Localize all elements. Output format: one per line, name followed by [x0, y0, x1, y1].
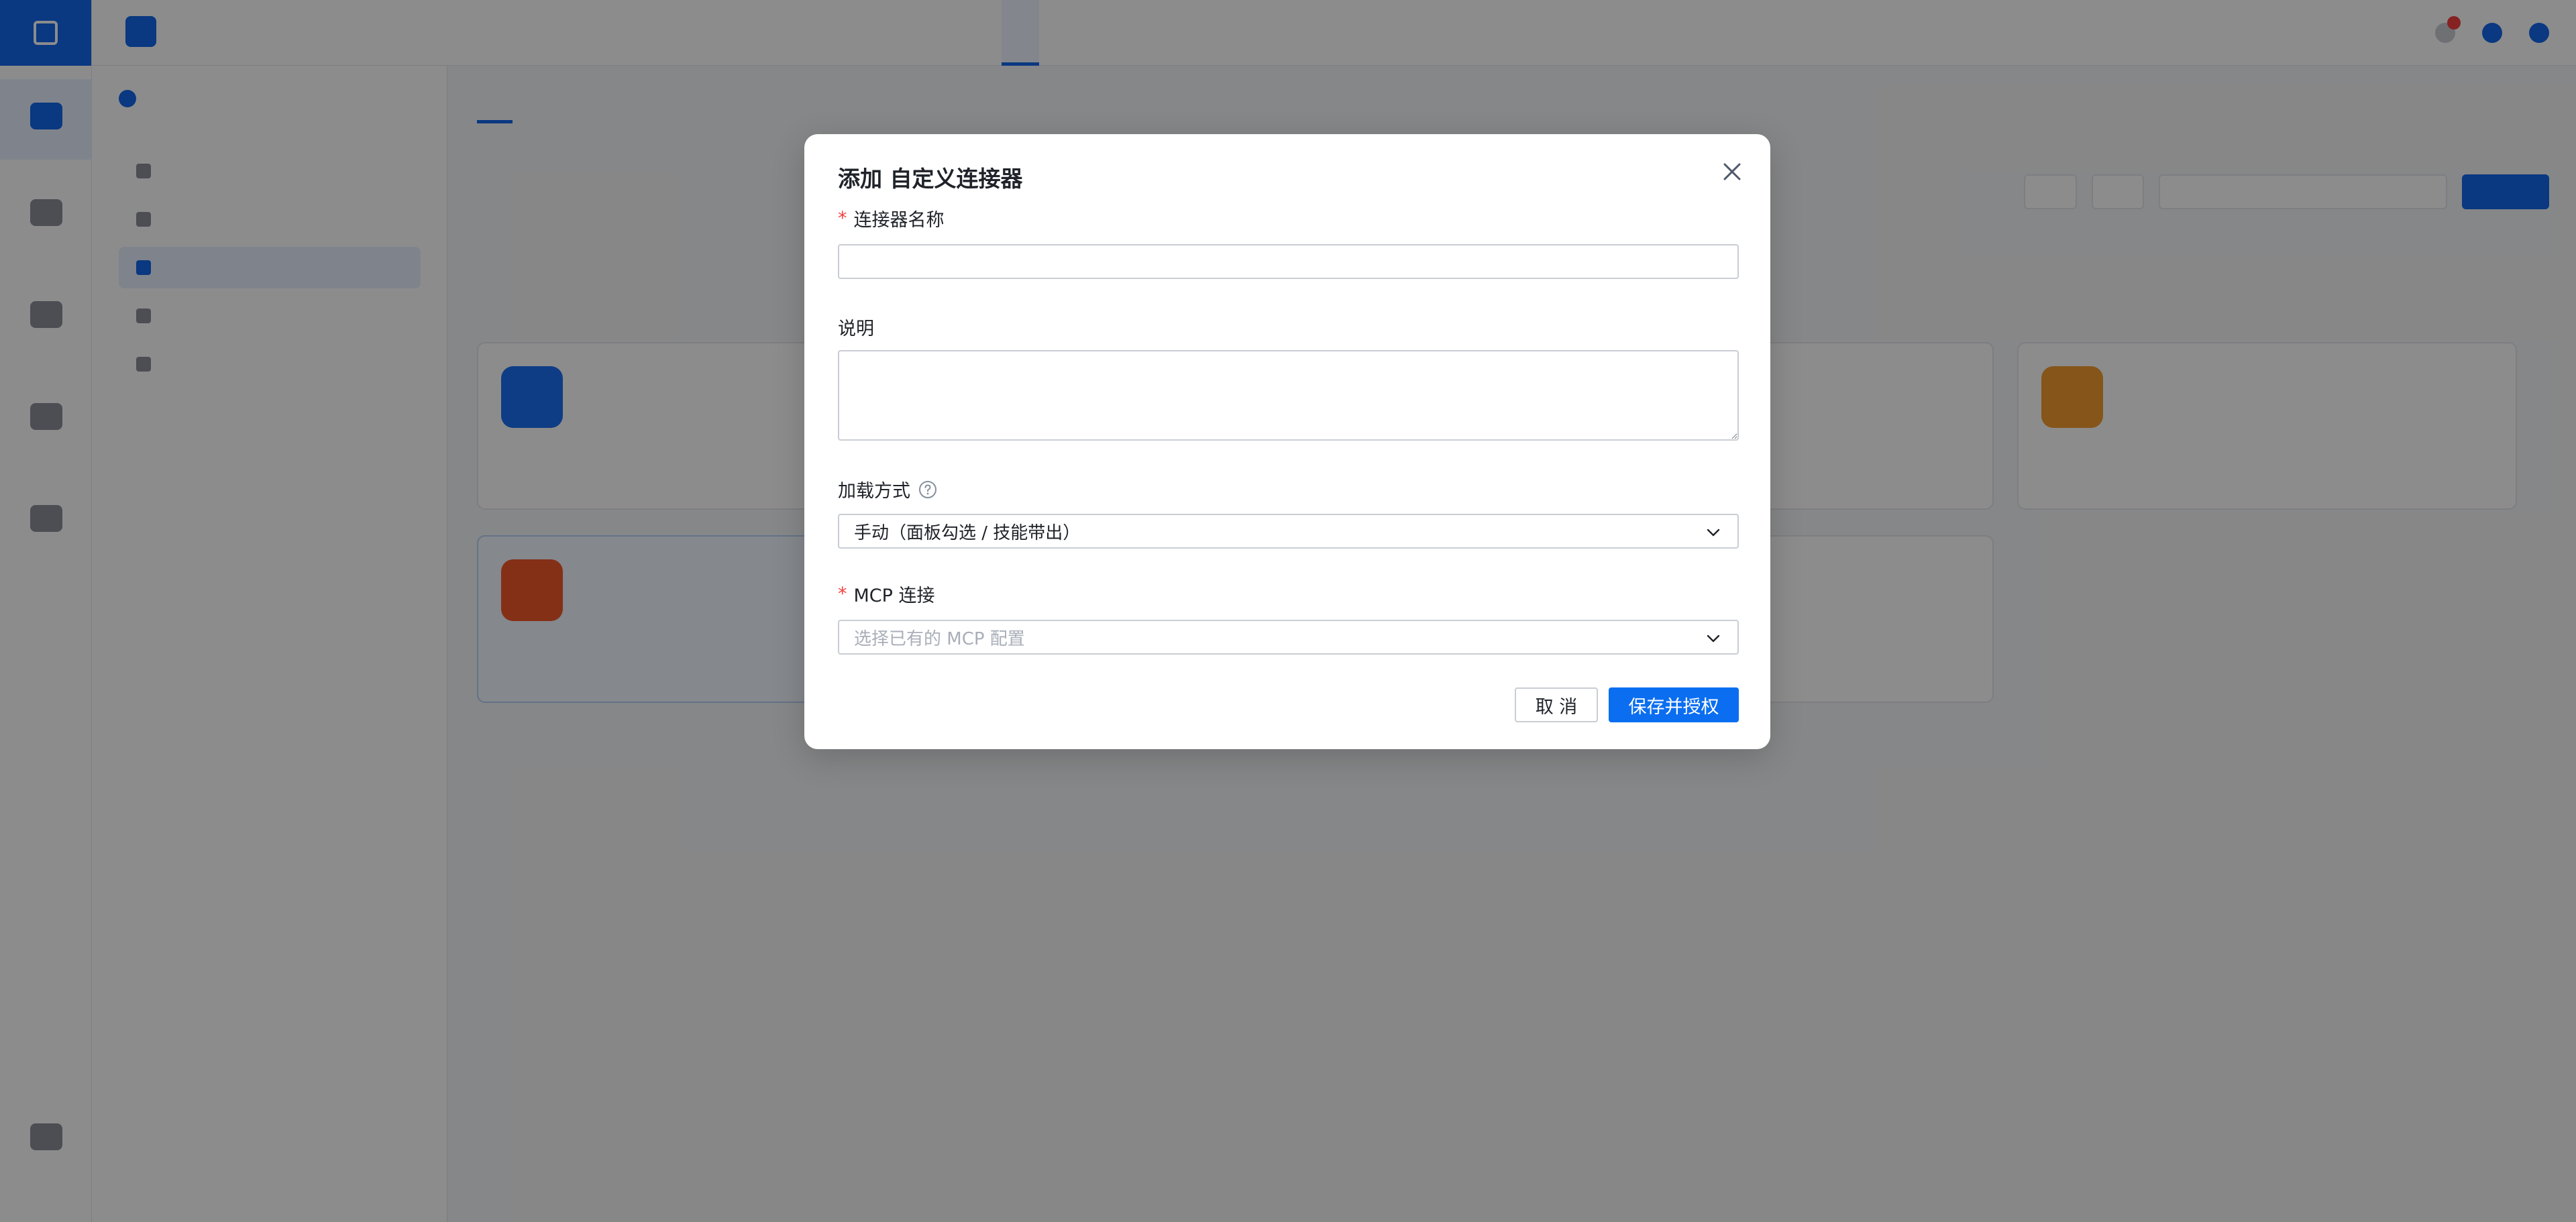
add-connector-dialog: 添加 自定义连接器 * 连接器名称 说明 加载方式 手动（面板勾选 / 技能带出… — [804, 134, 1770, 749]
required-mark: * — [838, 584, 847, 604]
load-mode-select[interactable]: 手动（面板勾选 / 技能带出） — [838, 514, 1739, 549]
help-circle-icon[interactable] — [918, 480, 937, 499]
mcp-connection-select[interactable]: 选择已有的 MCP 配置 — [838, 620, 1739, 655]
save-and-authorize-button[interactable]: 保存并授权 — [1609, 687, 1739, 722]
mcp-connection-label: * MCP 连接 — [838, 584, 935, 606]
mcp-connection-placeholder: 选择已有的 MCP 配置 — [854, 628, 1025, 649]
chevron-down-icon — [1707, 529, 1720, 537]
description-label: 说明 — [838, 319, 874, 339]
load-mode-value: 手动（面板勾选 / 技能带出） — [854, 522, 1081, 543]
required-mark: * — [838, 208, 847, 229]
connector-name-label: * 连接器名称 — [838, 208, 945, 231]
dialog-title: 添加 自定义连接器 — [838, 166, 1023, 192]
description-textarea[interactable] — [838, 350, 1739, 441]
chevron-down-icon — [1707, 634, 1720, 643]
load-mode-label: 加载方式 — [838, 476, 937, 502]
connector-name-input[interactable] — [838, 244, 1739, 279]
close-icon[interactable] — [1719, 158, 1746, 185]
cancel-button[interactable]: 取 消 — [1515, 687, 1598, 722]
